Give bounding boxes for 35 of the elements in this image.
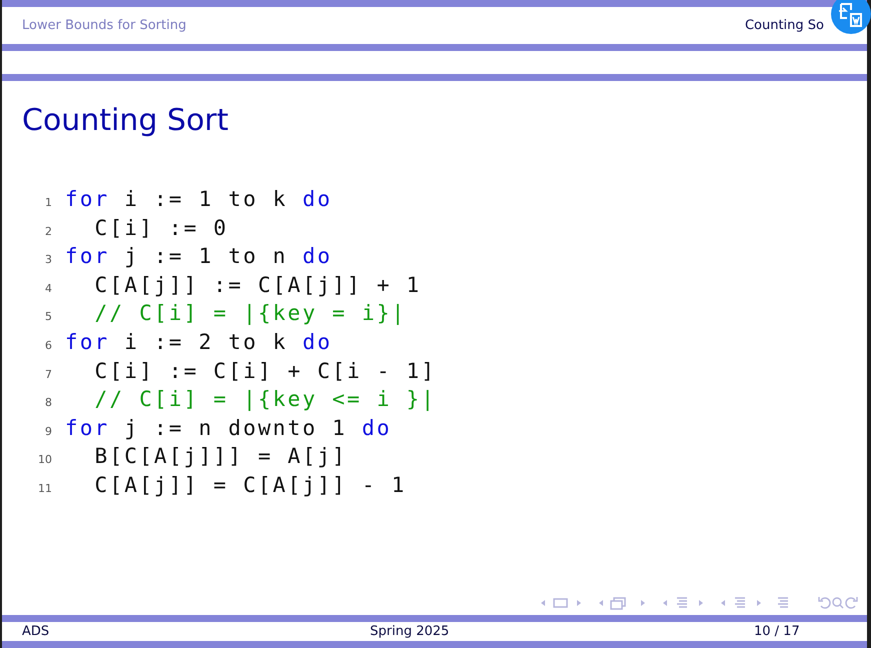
search-nav-icon[interactable] <box>817 596 859 610</box>
line-number: 11 <box>37 482 53 495</box>
code-line: for i := 1 to k do <box>65 187 332 211</box>
code-line: for j := n downto 1 do <box>65 416 392 440</box>
section-title: Lower Bounds for Sorting <box>22 18 186 33</box>
section-nav-icon[interactable] <box>719 596 763 610</box>
footer-date: Spring 2025 <box>370 624 450 639</box>
line-number: 10 <box>37 453 53 466</box>
slide-nav-icon[interactable] <box>597 596 647 610</box>
line-number: 4 <box>44 282 53 295</box>
footer-author: ADS <box>22 624 50 639</box>
document-nav-icon[interactable] <box>777 596 789 610</box>
slide-title: Counting Sort <box>22 103 230 139</box>
translate-icon[interactable] <box>831 0 871 34</box>
code-line: C[i] := C[i] + C[i - 1] <box>94 358 436 383</box>
frame-nav-icon[interactable] <box>539 597 583 609</box>
code-line: for i := 2 to k do <box>65 330 332 354</box>
code-line: C[A[j]] := C[A[j]] + 1 <box>94 272 422 297</box>
line-number: 8 <box>44 396 53 410</box>
subsection-nav-icon[interactable] <box>661 596 705 610</box>
line-number: 7 <box>44 368 53 381</box>
code-line: C[i] := 0 <box>94 216 228 240</box>
code-line: for j := 1 to n do <box>65 244 332 268</box>
line-number: 6 <box>44 338 53 352</box>
line-number: 5 <box>44 310 53 324</box>
line-number: 9 <box>44 424 53 438</box>
line-number: 2 <box>44 224 53 238</box>
page-number: 10 / 17 <box>754 624 800 639</box>
code-line: B[C[A[j]]] = A[j] <box>94 444 348 468</box>
line-number: 3 <box>44 253 53 266</box>
code-line: C[A[j]] = C[A[j]] - 1 <box>94 472 406 497</box>
line-number: 1 <box>44 196 53 209</box>
code-line: // C[i] = |{key = i}| <box>94 301 406 326</box>
subsection-title: Counting So <box>744 18 824 33</box>
code-line: // C[i] = |{key <= i }| <box>94 387 436 412</box>
